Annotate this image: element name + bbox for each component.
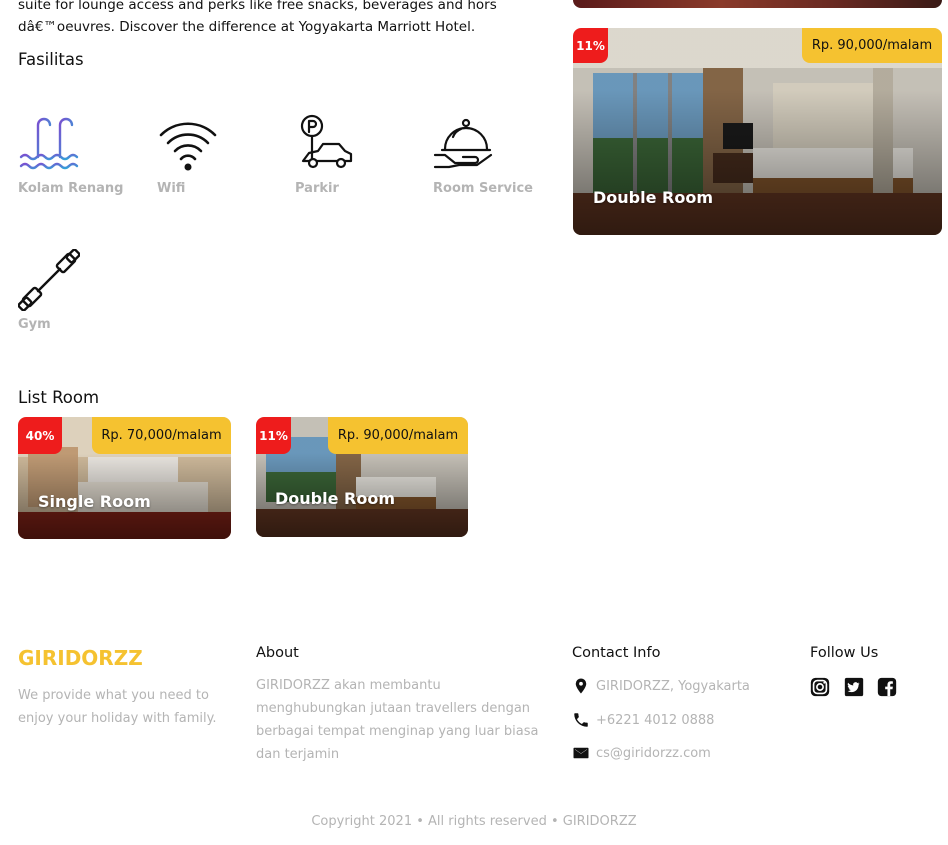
facility-label: Kolam Renang <box>18 181 124 196</box>
instagram-icon[interactable] <box>809 676 831 698</box>
room-name: Double Room <box>593 188 713 207</box>
mail-icon <box>573 747 589 759</box>
room-name: Double Room <box>275 489 395 508</box>
room-name: Single Room <box>38 492 151 511</box>
discount-badge: 40% <box>18 417 62 454</box>
contact-phone[interactable]: +6221 4012 0888 <box>572 711 714 729</box>
contact-phone-text: +6221 4012 0888 <box>596 712 715 728</box>
contact-email-text: cs@giridorzz.com <box>596 745 711 761</box>
facebook-icon[interactable] <box>876 676 898 698</box>
contact-title: Contact Info <box>572 645 661 661</box>
facility-wifi: Wifi <box>157 113 287 196</box>
about-text: GIRIDORZZ akan membantu menghubungkan ju… <box>256 678 539 762</box>
hotel-description: suite for lounge access and perks like f… <box>18 0 497 35</box>
location-pin-icon <box>575 678 587 694</box>
contact-email[interactable]: cs@giridorzz.com <box>572 744 711 762</box>
swimming-pool-icon <box>19 117 79 170</box>
facility-label: Parkir <box>295 181 339 196</box>
price-badge: Rp. 90,000/malam <box>802 28 942 63</box>
room-card-double[interactable]: 11% Rp. 90,000/malam Double Room <box>256 417 468 537</box>
twitter-icon[interactable] <box>843 676 865 698</box>
footer-tagline: We provide what you need to enjoy your h… <box>18 688 217 726</box>
discount-badge: 11% <box>573 28 608 63</box>
facility-kolam-renang: Kolam Renang <box>18 113 148 196</box>
discount-badge: 11% <box>256 417 291 454</box>
dumbbell-icon <box>18 249 80 311</box>
room-service-icon <box>433 118 493 169</box>
wifi-icon <box>159 122 217 171</box>
facilities-title: Fasilitas <box>18 50 84 69</box>
facility-label: Wifi <box>157 181 186 196</box>
price-badge: Rp. 90,000/malam <box>328 417 468 454</box>
facility-gym: Gym <box>18 249 148 332</box>
facility-label: Room Service <box>433 181 533 196</box>
facility-parkir: Parkir <box>295 113 425 196</box>
room-card-single[interactable]: 40% Rp. 70,000/malam Single Room <box>18 417 231 539</box>
phone-icon <box>574 713 588 727</box>
contact-address-text: GIRIDORZZ, Yogyakarta <box>596 678 750 694</box>
facility-room-service: Room Service <box>433 113 563 196</box>
list-room-title: List Room <box>18 388 100 407</box>
footer-brand[interactable]: GIRIDORZZ <box>18 646 143 670</box>
price-badge: Rp. 70,000/malam <box>92 417 231 454</box>
room-photo <box>573 0 942 8</box>
follow-title: Follow Us <box>810 645 879 661</box>
featured-room-card[interactable]: 11% Rp. 90,000/malam Double Room <box>573 28 942 235</box>
room-card-previous[interactable] <box>573 0 942 8</box>
parking-icon <box>300 114 353 169</box>
about-title: About <box>256 645 299 661</box>
contact-address: GIRIDORZZ, Yogyakarta <box>572 677 750 695</box>
copyright: Copyright 2021 • All rights reserved • G… <box>311 814 637 829</box>
facility-label: Gym <box>18 317 51 332</box>
